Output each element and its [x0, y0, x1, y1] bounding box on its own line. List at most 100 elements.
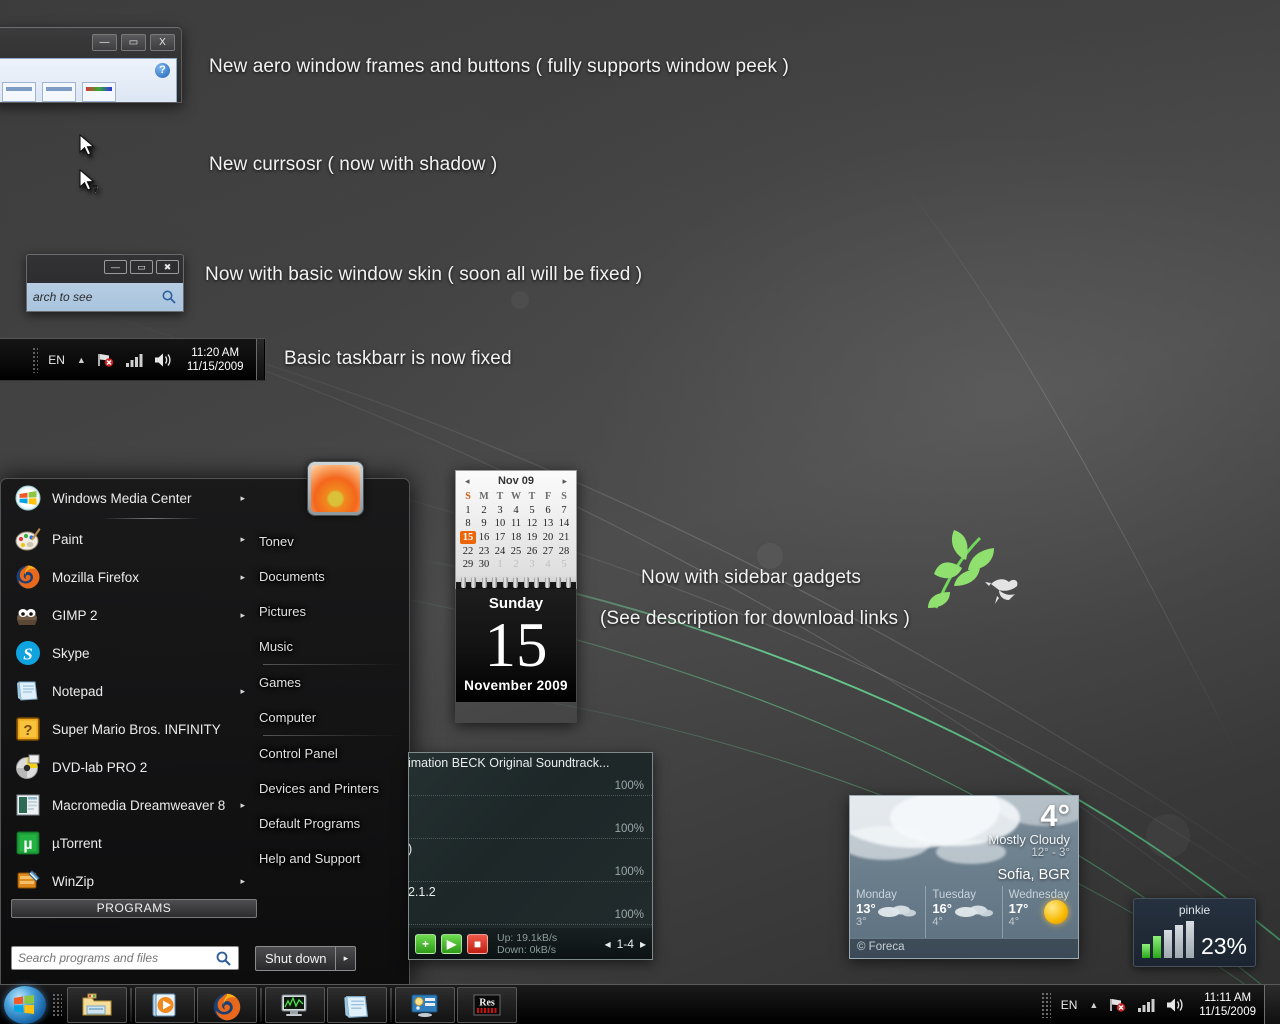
submenu-chevron-icon[interactable]: ▸	[240, 800, 245, 811]
taskbar-button-firefox[interactable]	[197, 987, 257, 1023]
tray-grip-handle[interactable]	[32, 347, 38, 373]
weather-gadget[interactable]: 4° Mostly Cloudy 12° - 3° Sofia, BGR Mon…	[849, 795, 1079, 959]
submenu-chevron-icon[interactable]: ▸	[240, 572, 245, 583]
calendar-day-cell[interactable]: 30	[476, 558, 492, 572]
calendar-day-cell[interactable]: 12	[524, 517, 540, 531]
user-avatar[interactable]	[308, 462, 363, 515]
aero-window-sample[interactable]: — ▭ X ?	[0, 27, 182, 103]
calendar-day-cell[interactable]: 22	[460, 544, 476, 558]
taskbar-button-system-monitor[interactable]	[265, 987, 325, 1023]
search-input[interactable]	[18, 951, 215, 965]
calendar-day-cell[interactable]: 19	[524, 531, 540, 545]
torrent-pager[interactable]: ◂ 1-4 ▸	[605, 937, 646, 951]
shut-down-button[interactable]: Shut down	[255, 946, 335, 971]
start-menu-place-devices-and-printers[interactable]: Devices and Printers	[259, 771, 410, 806]
calendar-day-cell[interactable]: 7	[556, 504, 572, 518]
start-menu-place-default-programs[interactable]: Default Programs	[259, 806, 410, 841]
calendar-day-cell[interactable]: 10	[492, 517, 508, 531]
calendar-day-cell[interactable]: 11	[508, 517, 524, 531]
tray-clock[interactable]: 11:20 AM 11/15/2009	[187, 346, 244, 374]
minimize-button[interactable]: —	[92, 34, 117, 51]
tray-language-indicator[interactable]: EN	[48, 353, 65, 367]
torrent-row[interactable]: 100%	[409, 796, 652, 839]
torrent-row[interactable]: ..2.1.2100%	[409, 882, 652, 925]
minimize-button[interactable]: —	[104, 260, 127, 274]
torrent-gadget[interactable]: nimation BECK Original Soundtrack...100%…	[408, 752, 653, 960]
calendar-day-cell[interactable]: 3	[492, 504, 508, 518]
calendar-day-cell[interactable]: 20	[540, 531, 556, 545]
start-menu-item-macromedia-dreamweaver-8[interactable]: Macromedia Dreamweaver 8▸	[1, 786, 259, 824]
start-menu-place-control-panel[interactable]: Control Panel	[259, 736, 410, 771]
submenu-chevron-icon[interactable]: ▸	[240, 610, 245, 621]
tray-grip-handle[interactable]	[1041, 992, 1051, 1018]
cpu-meter-gadget[interactable]: pinkie 23%	[1133, 898, 1256, 967]
calendar-day-cell[interactable]: 8	[460, 517, 476, 531]
torrent-row[interactable]: 8)100%	[409, 839, 652, 882]
taskbar-button-folder-explorer[interactable]	[67, 987, 127, 1023]
calendar-day-cell[interactable]: 24	[492, 544, 508, 558]
tray-signal-bars-icon[interactable]	[125, 352, 143, 367]
start-menu-place-computer[interactable]: Computer	[259, 700, 410, 735]
tray-signal-bars-icon[interactable]	[1137, 997, 1155, 1012]
close-button[interactable]: ✖	[156, 260, 179, 274]
start-menu-place-pictures[interactable]: Pictures	[259, 594, 410, 629]
floating-taskbar-tray-sample[interactable]: EN ▲ 11:20 AM 11/15/2009	[0, 338, 266, 381]
tray-clock[interactable]: 11:11 AM 11/15/2009	[1199, 991, 1256, 1019]
calendar-day-cell[interactable]: 3	[524, 558, 540, 572]
start-menu-item-super-mario-bros-infinity[interactable]: ?Super Mario Bros. INFINITY	[1, 710, 259, 748]
all-programs-button[interactable]: PROGRAMS	[11, 899, 257, 918]
taskbar-button-control-panel[interactable]	[395, 987, 455, 1023]
help-icon[interactable]: ?	[155, 63, 170, 78]
search-icon[interactable]	[215, 950, 232, 967]
calendar-day-cell[interactable]: 17	[492, 531, 508, 545]
calendar-day-cell[interactable]: 1	[460, 504, 476, 518]
calendar-day-cell[interactable]: 6	[540, 504, 556, 518]
calendar-day-cell[interactable]: 25	[508, 544, 524, 558]
taskbar-button-notepad[interactable]	[327, 987, 387, 1023]
start-menu-place-music[interactable]: Music	[259, 629, 410, 664]
taskbar[interactable]: Res EN ▲	[0, 984, 1280, 1024]
calendar-grid[interactable]: SMTWTFS123456789101112131415161718192021…	[460, 490, 572, 572]
calendar-day-cell[interactable]: 2	[476, 504, 492, 518]
start-menu-place-documents[interactable]: Documents	[259, 559, 410, 594]
torrent-row[interactable]: nimation BECK Original Soundtrack...100%	[409, 753, 652, 796]
start-menu-item-gimp-2[interactable]: GIMP 2▸	[1, 596, 259, 634]
start-menu-item-skype[interactable]: SSkype	[1, 634, 259, 672]
calendar-day-cell[interactable]: 2	[508, 558, 524, 572]
start-menu-item-windows-media-center[interactable]: Windows Media Center▸	[1, 479, 259, 517]
maximize-button[interactable]: ▭	[121, 34, 146, 51]
calendar-day-cell[interactable]: 18	[508, 531, 524, 545]
start-menu-item-winzip[interactable]: WinZip▸	[1, 862, 259, 900]
calendar-day-cell[interactable]: 4	[540, 558, 556, 572]
shut-down-chevron-icon[interactable]: ▸	[335, 946, 356, 971]
start-menu-item-paint[interactable]: Paint▸	[1, 520, 259, 558]
start-menu[interactable]: Windows Media Center▸Paint▸Mozilla Firef…	[0, 478, 410, 986]
calendar-day-cell[interactable]: 27	[540, 544, 556, 558]
start-menu-place-tonev[interactable]: Tonev	[259, 524, 410, 559]
start-menu-item-notepad[interactable]: Notepad▸	[1, 672, 259, 710]
taskbar-button-resource-hacker[interactable]: Res	[457, 987, 517, 1023]
calendar-day-cell[interactable]: 5	[556, 558, 572, 572]
calendar-next-button[interactable]: ▸	[562, 476, 567, 487]
skin-window-search-bar[interactable]: arch to see	[27, 283, 183, 311]
show-desktop-button[interactable]	[1264, 985, 1280, 1024]
start-menu-item-dvd-lab-pro-2[interactable]: DVD-lab PRO 2	[1, 748, 259, 786]
start-menu-item-torrent[interactable]: µµTorrent	[1, 824, 259, 862]
submenu-chevron-icon[interactable]: ▸	[240, 686, 245, 697]
submenu-chevron-icon[interactable]: ▸	[240, 534, 245, 545]
tray-volume-icon[interactable]	[1166, 997, 1185, 1013]
calendar-day-cell[interactable]: 9	[476, 517, 492, 531]
calendar-prev-button[interactable]: ◂	[465, 476, 470, 487]
start-menu-place-help-and-support[interactable]: Help and Support	[259, 841, 410, 876]
taskbar-button-media-player[interactable]	[135, 987, 195, 1023]
basic-skin-window-sample[interactable]: — ▭ ✖ arch to see	[26, 254, 184, 312]
maximize-button[interactable]: ▭	[130, 260, 153, 274]
calendar-day-cell[interactable]: 21	[556, 531, 572, 545]
calendar-day-cell[interactable]: 5	[524, 504, 540, 518]
tray-overflow-arrow-icon[interactable]: ▲	[77, 355, 86, 365]
start-menu-place-games[interactable]: Games	[259, 665, 410, 700]
torrent-add-button[interactable]: +	[415, 934, 436, 954]
tray-language-indicator[interactable]: EN	[1061, 998, 1078, 1012]
start-menu-item-mozilla-firefox[interactable]: Mozilla Firefox▸	[1, 558, 259, 596]
torrent-pager-next-icon[interactable]: ▸	[640, 937, 646, 951]
